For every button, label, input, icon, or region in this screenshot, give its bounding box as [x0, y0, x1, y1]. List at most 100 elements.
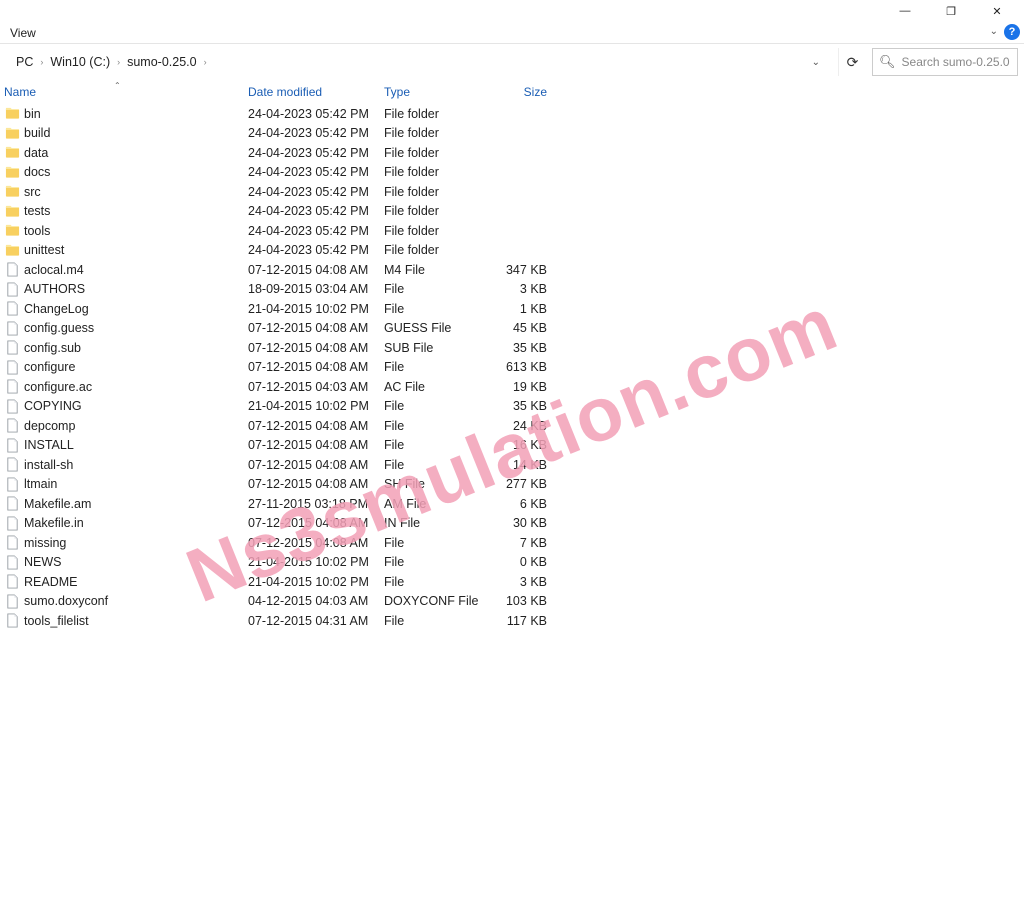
- cell-size: 3 KB: [489, 575, 557, 589]
- file-row[interactable]: configure.ac07-12-2015 04:03 AMAC File19…: [0, 377, 1024, 397]
- file-icon: [4, 301, 20, 317]
- file-row[interactable]: install-sh07-12-2015 04:08 AMFile14 KB: [0, 455, 1024, 475]
- cell-type: IN File: [378, 516, 489, 530]
- file-icon: [4, 574, 20, 590]
- file-name-label: aclocal.m4: [24, 263, 84, 277]
- ribbon-expand-icon[interactable]: ⌄: [990, 26, 998, 37]
- cell-name: unittest: [0, 242, 242, 258]
- file-name-label: COPYING: [24, 399, 82, 413]
- folder-row[interactable]: data24-04-2023 05:42 PMFile folder: [0, 143, 1024, 163]
- file-name-label: src: [24, 185, 41, 199]
- sort-indicator-icon: ⌃: [114, 81, 121, 90]
- cell-name: depcomp: [0, 418, 242, 434]
- file-icon: [4, 320, 20, 336]
- cell-name: data: [0, 145, 242, 161]
- col-header-date[interactable]: Date modified: [242, 85, 378, 99]
- breadcrumb[interactable]: PC › Win10 (C:) › sumo-0.25.0 › ⌄: [6, 48, 832, 76]
- col-header-type[interactable]: Type: [378, 85, 489, 99]
- file-row[interactable]: AUTHORS18-09-2015 03:04 AMFile3 KB: [0, 280, 1024, 300]
- search-input[interactable]: 🔍︎ Search sumo-0.25.0: [872, 48, 1018, 76]
- file-name-label: sumo.doxyconf: [24, 594, 108, 608]
- cell-name: configure: [0, 359, 242, 375]
- cell-date: 21-04-2015 10:02 PM: [242, 575, 378, 589]
- file-row[interactable]: configure07-12-2015 04:08 AMFile613 KB: [0, 358, 1024, 378]
- folder-row[interactable]: unittest24-04-2023 05:42 PMFile folder: [0, 241, 1024, 261]
- minimize-button[interactable]: —: [882, 0, 928, 22]
- cell-type: File: [378, 438, 489, 452]
- cell-type: File: [378, 555, 489, 569]
- cell-name: tests: [0, 203, 242, 219]
- cell-date: 07-12-2015 04:08 AM: [242, 438, 378, 452]
- file-row[interactable]: COPYING21-04-2015 10:02 PMFile35 KB: [0, 397, 1024, 417]
- folder-row[interactable]: tests24-04-2023 05:42 PMFile folder: [0, 202, 1024, 222]
- cell-size: 6 KB: [489, 497, 557, 511]
- chevron-right-icon: ›: [201, 57, 210, 67]
- maximize-button[interactable]: ❐: [928, 0, 974, 22]
- file-row[interactable]: Makefile.in07-12-2015 04:08 AMIN File30 …: [0, 514, 1024, 534]
- cell-name: config.sub: [0, 340, 242, 356]
- folder-row[interactable]: src24-04-2023 05:42 PMFile folder: [0, 182, 1024, 202]
- refresh-button[interactable]: ⟳: [838, 48, 866, 76]
- view-menu[interactable]: View: [10, 26, 36, 40]
- file-row[interactable]: ltmain07-12-2015 04:08 AMSH File277 KB: [0, 475, 1024, 495]
- file-icon: [4, 398, 20, 414]
- cell-name: bin: [0, 106, 242, 122]
- folder-row[interactable]: build24-04-2023 05:42 PMFile folder: [0, 124, 1024, 144]
- folder-icon: [4, 106, 20, 122]
- breadcrumb-drive[interactable]: Win10 (C:): [46, 55, 114, 69]
- file-name-label: Makefile.am: [24, 497, 91, 511]
- file-row[interactable]: NEWS21-04-2015 10:02 PMFile0 KB: [0, 553, 1024, 573]
- file-icon: [4, 613, 20, 629]
- file-row[interactable]: config.sub07-12-2015 04:08 AMSUB File35 …: [0, 338, 1024, 358]
- cell-type: AC File: [378, 380, 489, 394]
- cell-date: 07-12-2015 04:31 AM: [242, 614, 378, 628]
- folder-row[interactable]: bin24-04-2023 05:42 PMFile folder: [0, 104, 1024, 124]
- breadcrumb-pc[interactable]: PC: [12, 55, 37, 69]
- breadcrumb-history-icon[interactable]: ⌄: [806, 57, 826, 68]
- file-icon: [4, 476, 20, 492]
- file-icon: [4, 515, 20, 531]
- breadcrumb-folder[interactable]: sumo-0.25.0: [123, 55, 200, 69]
- cell-date: 07-12-2015 04:08 AM: [242, 321, 378, 335]
- cell-type: File: [378, 302, 489, 316]
- file-name-label: tools: [24, 224, 50, 238]
- cell-date: 24-04-2023 05:42 PM: [242, 107, 378, 121]
- cell-type: File: [378, 575, 489, 589]
- cell-date: 24-04-2023 05:42 PM: [242, 224, 378, 238]
- cell-date: 24-04-2023 05:42 PM: [242, 243, 378, 257]
- cell-date: 24-04-2023 05:42 PM: [242, 185, 378, 199]
- cell-name: Makefile.am: [0, 496, 242, 512]
- file-row[interactable]: aclocal.m407-12-2015 04:08 AMM4 File347 …: [0, 260, 1024, 280]
- cell-type: File: [378, 458, 489, 472]
- col-header-name[interactable]: Name ⌃: [0, 85, 242, 99]
- file-row[interactable]: Makefile.am27-11-2015 03:18 PMAM File6 K…: [0, 494, 1024, 514]
- file-row[interactable]: config.guess07-12-2015 04:08 AMGUESS Fil…: [0, 319, 1024, 339]
- file-name-label: ltmain: [24, 477, 57, 491]
- close-button[interactable]: ✕: [974, 0, 1020, 22]
- cell-name: ltmain: [0, 476, 242, 492]
- folder-row[interactable]: tools24-04-2023 05:42 PMFile folder: [0, 221, 1024, 241]
- cell-name: tools: [0, 223, 242, 239]
- file-row[interactable]: tools_filelist07-12-2015 04:31 AMFile117…: [0, 611, 1024, 631]
- file-row[interactable]: sumo.doxyconf04-12-2015 04:03 AMDOXYCONF…: [0, 592, 1024, 612]
- cell-date: 21-04-2015 10:02 PM: [242, 302, 378, 316]
- cell-size: 117 KB: [489, 614, 557, 628]
- folder-row[interactable]: docs24-04-2023 05:42 PMFile folder: [0, 163, 1024, 183]
- help-button[interactable]: ?: [1004, 24, 1020, 40]
- cell-date: 24-04-2023 05:42 PM: [242, 126, 378, 140]
- cell-date: 07-12-2015 04:08 AM: [242, 458, 378, 472]
- cell-date: 07-12-2015 04:08 AM: [242, 536, 378, 550]
- file-row[interactable]: ChangeLog21-04-2015 10:02 PMFile1 KB: [0, 299, 1024, 319]
- cell-size: 24 KB: [489, 419, 557, 433]
- cell-date: 18-09-2015 03:04 AM: [242, 282, 378, 296]
- file-row[interactable]: README21-04-2015 10:02 PMFile3 KB: [0, 572, 1024, 592]
- cell-size: 14 KB: [489, 458, 557, 472]
- col-header-size[interactable]: Size: [489, 85, 557, 99]
- file-name-label: missing: [24, 536, 66, 550]
- file-row[interactable]: depcomp07-12-2015 04:08 AMFile24 KB: [0, 416, 1024, 436]
- file-row[interactable]: INSTALL07-12-2015 04:08 AMFile16 KB: [0, 436, 1024, 456]
- cell-type: File: [378, 282, 489, 296]
- cell-name: build: [0, 125, 242, 141]
- folder-icon: [4, 145, 20, 161]
- file-row[interactable]: missing07-12-2015 04:08 AMFile7 KB: [0, 533, 1024, 553]
